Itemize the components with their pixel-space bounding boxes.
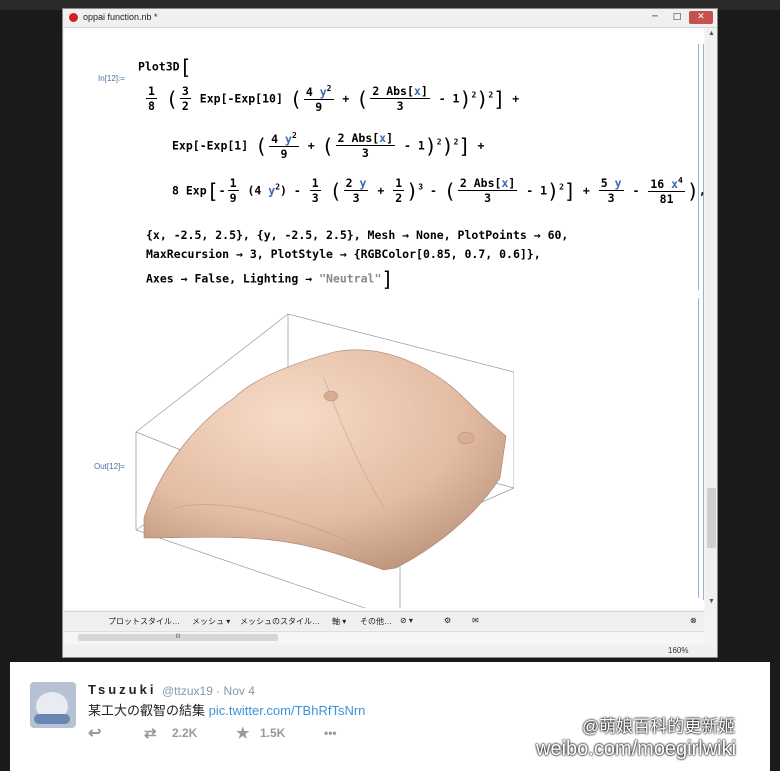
mesh-button[interactable]: メッシュ ▾ xyxy=(192,616,230,627)
group-cell-bracket[interactable] xyxy=(700,44,704,600)
mathematica-window: oppai function.nb * ─ □ ✕ In[12]:= Plot3… xyxy=(62,8,718,658)
plot-style-button[interactable]: プロットスタイル… xyxy=(108,616,180,627)
lighting-value: "Neutral" xyxy=(319,271,382,286)
close-button[interactable]: ✕ xyxy=(689,11,713,24)
title-bar: oppai function.nb * ─ □ ✕ xyxy=(63,9,717,28)
tweet-text: 某工大の叡智の結集 pic.twitter.com/TBhRfTsNrn xyxy=(88,700,365,719)
axes-button[interactable]: 軸 ▾ xyxy=(332,616,346,627)
tweet-handle-date[interactable]: @ttzux19 · Nov 4 xyxy=(162,684,255,698)
vertical-scrollbar[interactable]: ▲ ▼ xyxy=(706,28,717,610)
output-label: Out[12]= xyxy=(94,462,125,471)
notebook-area[interactable]: In[12]:= Plot3D[ 18 (3 2 Exp[-Exp[10] (4 … xyxy=(64,28,706,610)
surface-bump-right xyxy=(457,431,475,445)
retweet-count: 2.2K xyxy=(172,726,198,740)
fraction-1-9: 19 xyxy=(227,176,239,206)
code-line-3[interactable]: Exp[-Exp[1] (4 y2 9 + (2 Abs[x] 3 - 1)2)2]… xyxy=(172,131,484,161)
code-line-5[interactable]: {x, -2.5, 2.5}, {y, -2.5, 2.5}, Mesh → N… xyxy=(146,228,568,242)
fraction-2absx-3: 2 Abs[x] 3 xyxy=(370,84,430,114)
input-label: In[12]:= xyxy=(98,74,125,83)
comment-icon[interactable]: ✉ xyxy=(472,616,479,625)
mesh-style-button[interactable]: メッシュのスタイル… xyxy=(240,616,320,627)
watermark-line-1: @萌娘百科的更新姬 xyxy=(582,717,736,736)
window-title: oppai function.nb * xyxy=(83,12,158,22)
scroll-up-icon[interactable]: ▲ xyxy=(708,30,715,37)
tweet-username[interactable]: Tsuzuki xyxy=(88,682,156,697)
exp-term-2: Exp[-Exp[1] xyxy=(172,138,249,153)
horizontal-scroll-thumb[interactable]: III xyxy=(78,634,278,641)
more-icon[interactable]: ••• xyxy=(324,726,337,740)
fraction-4y2-9: 4 y2 9 xyxy=(303,84,334,114)
fraction-1-2: 12 xyxy=(393,176,405,206)
tweet-link[interactable]: pic.twitter.com/TBhRfTsNrn xyxy=(209,703,366,718)
code-line-6[interactable]: MaxRecursion → 3, PlotStyle → {RGBColor[… xyxy=(146,247,541,261)
code-line-1[interactable]: Plot3D[ xyxy=(138,55,192,79)
horizontal-scrollbar[interactable]: III xyxy=(64,631,704,644)
fraction-5y-3: 5 y3 xyxy=(598,176,624,206)
surface-bump-left xyxy=(323,390,339,402)
fraction-2absx-3-c: 2 Abs[x] 3 xyxy=(457,176,518,206)
fraction-1-3: 13 xyxy=(309,176,321,206)
watermark-line-2: weibo.com/moegirlwiki xyxy=(536,738,737,760)
suggestions-bar: プロットスタイル… メッシュ ▾ メッシュのスタイル… 軸 ▾ その他… ⊘ ▾… xyxy=(64,611,704,630)
status-bar: 160% xyxy=(64,645,716,657)
tweet-body: 某工大の叡智の結集 xyxy=(88,703,206,718)
scroll-down-icon[interactable]: ▼ xyxy=(708,598,715,605)
favorite-count: 1.5K xyxy=(260,726,286,740)
close-bar-icon[interactable]: ⊗ xyxy=(690,616,697,625)
exp-term-1: Exp[-Exp[10] xyxy=(199,91,283,106)
code-line-4[interactable]: 8 Exp[- 1 9 (4 y2) - 13 (2 y3 + 1 2)3 - (2 … xyxy=(172,176,706,206)
plot3d-output[interactable] xyxy=(134,308,514,608)
more-button[interactable]: その他… xyxy=(360,616,392,627)
notebook-icon xyxy=(69,13,78,22)
fraction-2absx-3-b: 2 Abs[x] 3 xyxy=(335,131,396,161)
plot3d-keyword: Plot3D xyxy=(138,59,180,74)
output-cell-bracket[interactable] xyxy=(694,298,699,598)
input-cell-bracket[interactable] xyxy=(694,44,699,290)
zoom-level[interactable]: 160% xyxy=(668,646,688,655)
settings-icon[interactable]: ⚙ xyxy=(444,616,451,625)
fraction-3-2: 32 xyxy=(179,84,191,114)
avatar[interactable] xyxy=(30,682,76,728)
fraction-16x4-81: 16 x4 81 xyxy=(648,176,685,206)
fraction-4y2-9-b: 4 y2 9 xyxy=(269,131,299,161)
open-bracket: [ xyxy=(179,55,192,79)
refresh-icon[interactable]: ⊘ ▾ xyxy=(400,616,413,625)
exp-term-3: 8 Exp xyxy=(172,183,207,198)
reply-icon[interactable]: ↩ xyxy=(88,723,101,743)
axes-option: Axes → False, Lighting → xyxy=(146,271,320,286)
retweet-icon[interactable]: ⇄ xyxy=(144,724,157,742)
star-icon[interactable]: ★ xyxy=(236,724,249,742)
fraction-1-8: 18 xyxy=(146,84,157,114)
minimize-button[interactable]: ─ xyxy=(645,11,665,24)
maximize-button[interactable]: □ xyxy=(667,11,687,24)
surface xyxy=(143,349,507,571)
fraction-2y-3: 2 y3 xyxy=(343,176,369,206)
code-line-7[interactable]: Axes → False, Lighting → "Neutral"] xyxy=(146,267,393,291)
code-line-2[interactable]: 18 (3 2 Exp[-Exp[10] (4 y2 9 + (2 Abs[x] 3 … xyxy=(144,84,519,114)
vertical-scroll-thumb[interactable] xyxy=(707,488,716,548)
